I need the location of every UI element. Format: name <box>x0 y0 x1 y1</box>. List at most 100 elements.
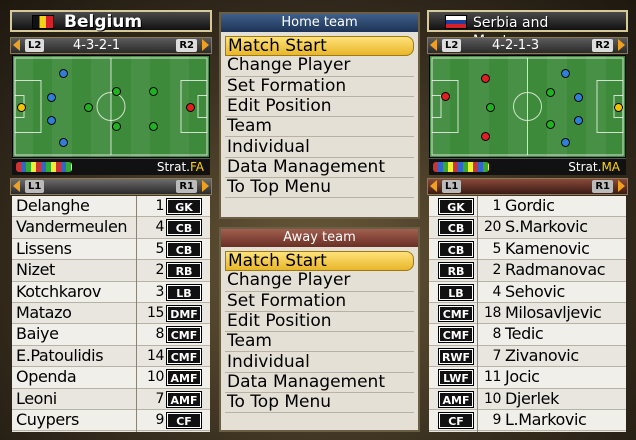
away-l1-tag[interactable]: L1 <box>442 180 462 193</box>
player-marker-icon[interactable] <box>486 103 495 112</box>
player-marker-icon[interactable] <box>59 69 68 78</box>
player-marker-icon[interactable] <box>112 122 121 131</box>
player-marker-icon[interactable] <box>149 87 158 96</box>
menu-item[interactable]: Team <box>225 117 414 138</box>
away-r1-tag[interactable]: R1 <box>592 180 613 193</box>
roster-column-divider <box>477 196 478 432</box>
menu-item[interactable]: Data Management <box>225 157 414 179</box>
player-number: 11 <box>483 369 501 386</box>
home-strategy-value: FA <box>189 160 204 174</box>
player-row[interactable]: Gordic 1 GK <box>429 196 626 218</box>
menu-item[interactable]: Edit Position <box>225 96 414 118</box>
player-marker-icon[interactable] <box>561 138 570 147</box>
player-row[interactable]: L.Markovic 9 CF <box>429 410 626 432</box>
home-roster-right-arrow-icon[interactable] <box>202 180 209 192</box>
menu-item[interactable]: Change Player <box>225 271 414 292</box>
pitch-lines <box>431 57 624 156</box>
player-row[interactable]: Zivanovic 7 RWF <box>429 346 626 368</box>
menu-item[interactable]: Match Start <box>225 251 414 272</box>
player-position-badge: AMF <box>166 390 202 408</box>
player-marker-icon[interactable] <box>84 103 93 112</box>
player-number: 4 <box>492 283 501 300</box>
home-formation-pitch[interactable] <box>12 55 210 158</box>
player-row[interactable]: Milosavljevic 18 CMF <box>429 303 626 325</box>
player-name: Sehovic <box>505 281 565 301</box>
player-row[interactable]: Matazo 15 DMF <box>12 303 210 325</box>
menu-item[interactable]: To Top Menu <box>225 392 414 414</box>
away-r2-tag[interactable]: R2 <box>592 39 613 52</box>
player-row[interactable]: Djerlek 10 AMF <box>429 389 626 410</box>
menu-item[interactable]: Match Start <box>225 36 414 57</box>
player-row[interactable]: Delanghe 1 GK <box>12 196 210 218</box>
player-row[interactable]: Baiye 8 CMF <box>12 324 210 346</box>
menu-item[interactable]: Set Formation <box>225 291 414 312</box>
player-row[interactable]: Kamenovic 5 CB <box>429 238 626 261</box>
menu-item[interactable]: Team <box>225 332 414 353</box>
player-row[interactable]: Vandermeulen 4 CB <box>12 217 210 239</box>
player-name: Tedic <box>505 324 544 344</box>
menu-item[interactable]: Set Formation <box>225 76 414 97</box>
player-marker-icon[interactable] <box>47 116 56 125</box>
player-name: Vandermeulen <box>16 217 128 237</box>
home-l2-tag[interactable]: L2 <box>25 39 45 52</box>
player-marker-icon[interactable] <box>546 120 555 129</box>
player-row[interactable]: Kotchkarov 3 LB <box>12 281 210 303</box>
player-marker-icon[interactable] <box>481 132 490 141</box>
player-number: 1 <box>155 198 164 214</box>
menu-item[interactable]: Edit Position <box>225 311 414 333</box>
player-row[interactable]: Sehovic 4 LB <box>429 281 626 303</box>
player-marker-icon[interactable] <box>59 138 68 147</box>
player-row[interactable]: Nizet 2 RB <box>12 260 210 282</box>
player-number: 7 <box>155 390 164 407</box>
player-marker-icon[interactable] <box>149 122 158 131</box>
menu-item[interactable]: Change Player <box>225 56 414 77</box>
home-r1-tag[interactable]: R1 <box>176 180 197 193</box>
away-l2-tag[interactable]: L2 <box>442 39 462 52</box>
pitch-lines <box>14 57 208 156</box>
player-number: 2 <box>492 262 501 279</box>
menu-item[interactable]: Individual <box>225 137 414 158</box>
player-marker-icon[interactable] <box>112 87 121 96</box>
menu-item[interactable]: Individual <box>225 352 414 373</box>
player-marker-icon[interactable] <box>574 93 583 102</box>
player-marker-icon[interactable] <box>17 103 26 112</box>
home-formation-left-arrow-icon[interactable] <box>13 39 20 51</box>
away-formation-pitch[interactable] <box>429 55 626 158</box>
player-row[interactable]: Openda 10 AMF <box>12 367 210 389</box>
player-row[interactable]: Radmanovac 2 RB <box>429 260 626 282</box>
player-marker-icon[interactable] <box>561 69 570 78</box>
player-row[interactable]: Jocic 11 LWF <box>429 367 626 389</box>
player-marker-icon[interactable] <box>47 93 56 102</box>
player-marker-icon[interactable] <box>441 92 450 101</box>
away-roster-left-arrow-icon[interactable] <box>430 180 437 192</box>
player-row[interactable]: S.Markovic 20 CB <box>429 217 626 239</box>
player-row[interactable]: Leoni 7 AMF <box>12 389 210 410</box>
home-formation-bar: L2 4-3-2-1 R2 <box>10 37 212 54</box>
player-position-badge: CB <box>438 219 474 237</box>
away-strategy-bar: Strat.MA <box>429 158 626 175</box>
player-marker-icon[interactable] <box>546 88 555 97</box>
player-marker-icon[interactable] <box>614 103 623 112</box>
away-roster-right-arrow-icon[interactable] <box>618 180 625 192</box>
away-formation-bar: L2 4-2-1-3 R2 <box>427 37 628 54</box>
player-number: 7 <box>492 347 501 364</box>
player-marker-icon[interactable] <box>481 74 490 83</box>
home-l1-tag[interactable]: L1 <box>25 180 45 193</box>
home-roster-left-arrow-icon[interactable] <box>13 180 20 192</box>
home-r2-tag[interactable]: R2 <box>176 39 197 52</box>
away-formation-left-arrow-icon[interactable] <box>430 39 437 51</box>
menu-item[interactable]: Data Management <box>225 372 414 394</box>
home-formation-right-arrow-icon[interactable] <box>202 39 209 51</box>
player-row[interactable]: Lissens 5 CB <box>12 238 210 261</box>
player-number: 8 <box>492 326 501 343</box>
menu-item[interactable]: To Top Menu <box>225 177 414 199</box>
player-row[interactable]: E.Patoulidis 14 CMF <box>12 346 210 368</box>
player-marker-icon[interactable] <box>186 103 195 112</box>
away-formation-label: 4-2-1-3 <box>492 38 540 53</box>
player-marker-icon[interactable] <box>574 116 583 125</box>
player-number: 5 <box>155 240 164 257</box>
away-formation-right-arrow-icon[interactable] <box>618 39 625 51</box>
player-position-badge: CF <box>438 412 474 429</box>
player-row[interactable]: Tedic 8 CMF <box>429 324 626 346</box>
player-row[interactable]: Cuypers 9 CF <box>12 410 210 432</box>
